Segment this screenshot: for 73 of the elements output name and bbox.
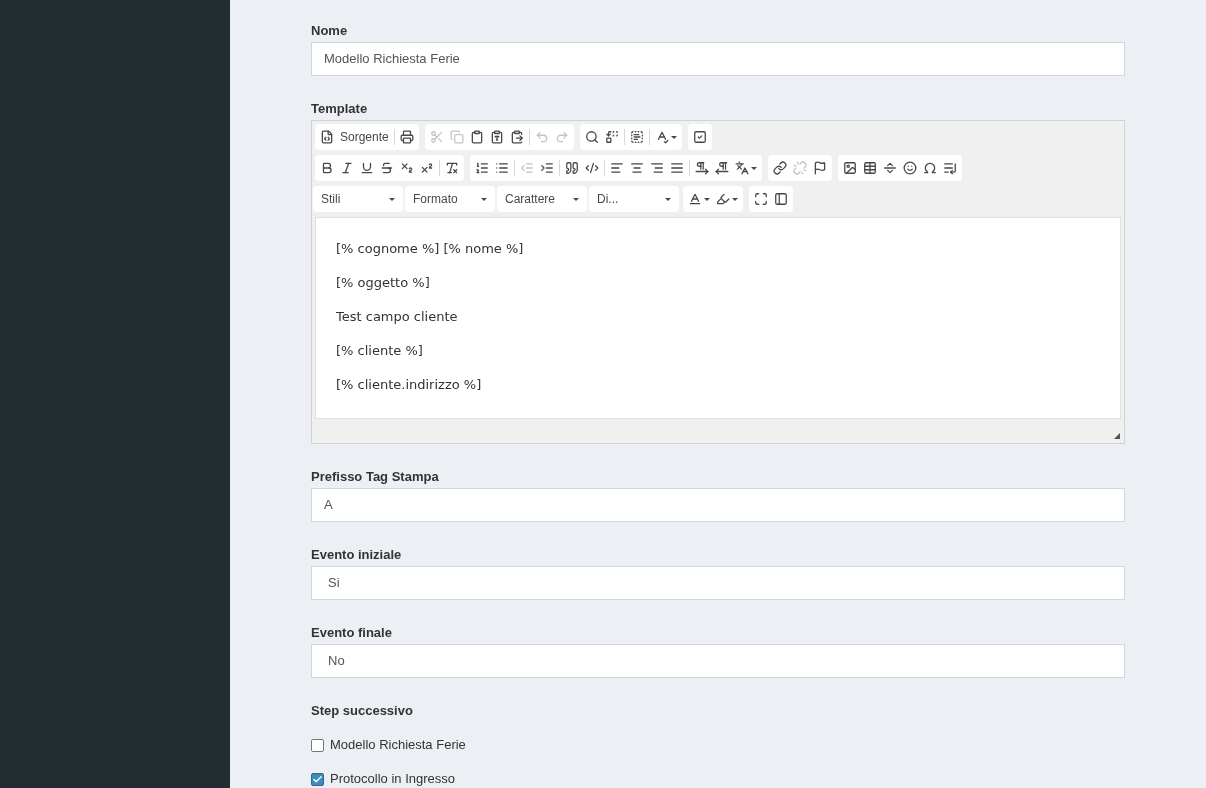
- paste-word-icon: [509, 130, 524, 144]
- paste-icon: [469, 130, 484, 144]
- underline-icon: [360, 161, 374, 175]
- field-label: Step successivo: [311, 703, 414, 719]
- select-all-icon: [629, 130, 644, 144]
- horizontal-line-icon: [883, 161, 897, 175]
- smiley-icon: [903, 161, 917, 175]
- editor-paragraph: [% oggetto %]: [336, 274, 431, 292]
- dropdown[interactable]: Stili: [313, 186, 403, 212]
- superscript-icon: [420, 161, 434, 175]
- print-icon: [399, 130, 414, 144]
- checkbox-label: Modello Richiesta Ferie: [330, 737, 466, 753]
- align-center-icon: [630, 161, 644, 175]
- field-label: Evento finale: [311, 625, 393, 641]
- numbered-list-icon: [475, 161, 489, 175]
- replace-icon: [604, 130, 619, 144]
- checkbox[interactable]: [311, 738, 324, 752]
- field-label: Nome: [311, 23, 349, 39]
- caret-icon: [481, 197, 487, 201]
- align-right-icon: [650, 161, 664, 175]
- checkbox-label: Protocollo in Ingresso: [330, 771, 455, 787]
- unlink-icon: [793, 161, 807, 175]
- bulleted-list-icon: [495, 161, 509, 175]
- show-blocks-icon: [774, 192, 788, 206]
- bold-icon: [320, 161, 334, 175]
- omega-icon: [923, 161, 937, 175]
- language-icon: [735, 161, 749, 175]
- editor-paragraph: [% cognome %] [% nome %]: [336, 240, 525, 258]
- copy-icon: [449, 130, 464, 144]
- image-icon: [843, 161, 857, 175]
- align-left-icon: [610, 161, 624, 175]
- search-icon: [584, 130, 599, 144]
- rtl-icon: [715, 161, 729, 175]
- caret-icon: [665, 197, 671, 201]
- text-field[interactable]: A: [311, 488, 1125, 522]
- caret-icon: [389, 197, 395, 201]
- redo-icon: [554, 130, 569, 144]
- field-label: Template: [311, 101, 369, 117]
- cut-icon: [429, 130, 444, 144]
- editor-paragraph: [% cliente %]: [336, 342, 424, 360]
- paste-text-icon: [489, 130, 504, 144]
- italic-icon: [340, 161, 354, 175]
- editor-paragraph: Test campo cliente: [336, 308, 459, 326]
- strikethrough-icon: [380, 161, 394, 175]
- maximize-icon: [754, 192, 768, 206]
- checkbox-icon: [692, 130, 707, 144]
- caret-icon: [573, 197, 579, 201]
- dropdown[interactable]: Carattere: [497, 186, 587, 212]
- indent-icon: [540, 161, 554, 175]
- ltr-icon: [695, 161, 709, 175]
- dropdown[interactable]: Formato: [405, 186, 495, 212]
- justify-icon: [670, 161, 684, 175]
- select-field[interactable]: No: [311, 644, 1125, 678]
- text-field[interactable]: Modello Richiesta Ferie: [311, 42, 1125, 76]
- link-icon: [773, 161, 787, 175]
- field-label: Evento iniziale: [311, 547, 403, 563]
- undo-icon: [534, 130, 549, 144]
- clear-format-icon: [445, 161, 459, 175]
- div-icon: [585, 161, 599, 175]
- quote-icon: [565, 161, 579, 175]
- source-button[interactable]: Sorgente: [317, 126, 392, 148]
- subscript-icon: [400, 161, 414, 175]
- select-field[interactable]: Si: [311, 566, 1125, 600]
- field-label: Prefisso Tag Stampa: [311, 469, 440, 485]
- outdent-icon: [520, 161, 534, 175]
- table-icon: [863, 161, 877, 175]
- source-icon: [320, 130, 334, 144]
- checkbox[interactable]: [311, 772, 324, 786]
- background-color-icon: [716, 192, 730, 206]
- editor-paragraph: [% cliente.indirizzo %]: [336, 376, 483, 394]
- text-color-icon: [688, 192, 702, 206]
- dropdown[interactable]: Di...: [589, 186, 679, 212]
- flag-icon: [813, 161, 827, 175]
